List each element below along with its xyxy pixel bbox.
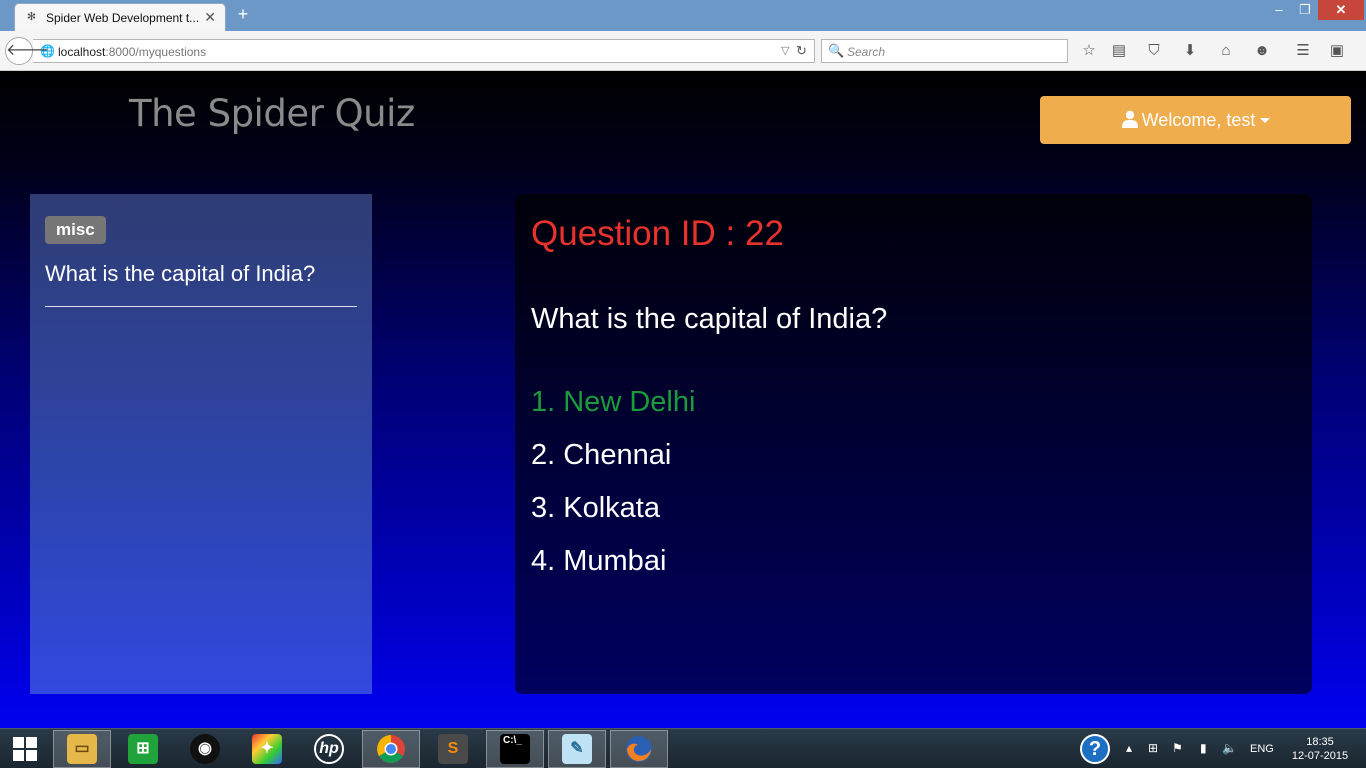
chrome-icon [377, 735, 405, 763]
downloads-icon[interactable]: ⬇ [1179, 41, 1201, 61]
webcam-button[interactable]: ◉ [176, 730, 234, 768]
windows-taskbar: ▭ ⊞ ◉ ✦ hp S C:\_ ✎ ? ▴ ⊞ ⚑ ▮ 🔈 ENG 18:3… [0, 728, 1366, 768]
url-dropdown-icon[interactable]: ▽ [781, 44, 789, 57]
browser-tab-strip: ✻ Spider Web Development t... ✕ + – ❐ ✕ [0, 0, 1366, 31]
back-button[interactable]: 🡐 [5, 37, 49, 65]
command-prompt-button[interactable]: C:\_ [486, 730, 544, 768]
clock-date: 12-07-2015 [1291, 750, 1349, 762]
question-detail-panel: Question ID : 22 What is the capital of … [515, 194, 1312, 694]
page-content: The Spider Quiz Welcome, test misc What … [0, 71, 1366, 728]
maximize-window-button[interactable]: ❐ [1292, 0, 1318, 20]
welcome-label: Welcome, test [1141, 110, 1256, 130]
firefox-button[interactable] [610, 730, 668, 768]
windows-logo-icon [13, 737, 37, 761]
store-button[interactable]: ⊞ [114, 730, 172, 768]
pocket-icon[interactable]: ⛉ [1143, 41, 1165, 61]
menu-icon[interactable]: ☰ [1292, 41, 1314, 61]
category-tag: misc [45, 216, 106, 244]
start-button[interactable] [0, 730, 50, 768]
hp-icon: hp [314, 734, 344, 764]
search-icon: 🔍 [828, 43, 845, 58]
volume-icon[interactable]: 🔈 [1222, 741, 1237, 755]
welcome-user-dropdown[interactable]: Welcome, test [1040, 96, 1351, 144]
clock[interactable]: 18:35 12-07-2015 [1290, 735, 1350, 763]
new-tab-button[interactable]: + [234, 4, 252, 25]
close-tab-icon[interactable]: ✕ [204, 9, 216, 26]
bookmark-star-icon[interactable]: ☆ [1078, 41, 1100, 61]
file-explorer-icon: ▭ [67, 734, 97, 764]
user-icon [1121, 110, 1138, 128]
spider-icon: ✻ [26, 11, 37, 23]
puzzle-app-button[interactable]: ✦ [238, 730, 296, 768]
notepad-icon: ✎ [562, 734, 592, 764]
browser-tab[interactable]: ✻ Spider Web Development t... ✕ [14, 3, 226, 31]
browser-nav-bar: 🌐 localhost:8000/myquestions ▽ ↻ 🡐 🔍 Sea… [0, 31, 1366, 71]
chrome-button[interactable] [362, 730, 420, 768]
chat-icon[interactable]: ☻ [1251, 41, 1273, 61]
windows-tray-icon[interactable]: ⊞ [1148, 741, 1158, 755]
firefox-icon [626, 736, 652, 762]
extension-icon[interactable]: ▣ [1326, 41, 1348, 61]
command-prompt-icon: C:\_ [500, 734, 530, 764]
url-text[interactable]: localhost:8000/myquestions [58, 45, 206, 59]
store-icon: ⊞ [128, 734, 158, 764]
option-correct: 1. New Delhi [531, 386, 696, 418]
url-host: localhost [58, 45, 106, 59]
hp-button[interactable]: hp [300, 730, 358, 768]
help-icon[interactable]: ? [1080, 734, 1110, 764]
divider [45, 306, 357, 307]
home-icon[interactable]: ⌂ [1215, 41, 1237, 61]
search-input[interactable]: 🔍 Search [821, 39, 1068, 63]
question-list-sidebar: misc What is the capital of India? [30, 194, 372, 694]
input-language[interactable]: ENG [1250, 743, 1274, 755]
url-path: :8000/myquestions [105, 45, 207, 59]
caret-down-icon [1260, 118, 1271, 123]
option: 2. Chennai [531, 439, 672, 471]
webcam-icon: ◉ [190, 734, 220, 764]
browser-tab-title: Spider Web Development t... [46, 11, 200, 25]
close-window-button[interactable]: ✕ [1318, 0, 1364, 20]
question-list-item[interactable]: What is the capital of India? [45, 261, 315, 287]
show-hidden-icons-icon[interactable]: ▴ [1126, 741, 1132, 755]
option: 3. Kolkata [531, 492, 660, 524]
puzzle-app-icon: ✦ [252, 734, 282, 764]
reload-icon[interactable]: ↻ [796, 43, 807, 59]
site-title[interactable]: The Spider Quiz [129, 92, 415, 135]
question-id: Question ID : 22 [531, 214, 784, 253]
url-bar[interactable]: 🌐 localhost:8000/myquestions ▽ ↻ [33, 39, 815, 63]
reading-list-icon[interactable]: ▤ [1108, 41, 1130, 61]
notepad-button[interactable]: ✎ [548, 730, 606, 768]
file-explorer-button[interactable]: ▭ [53, 730, 111, 768]
sublime-text-icon: S [438, 734, 468, 764]
minimize-window-button[interactable]: – [1266, 0, 1292, 20]
action-center-flag-icon[interactable]: ⚑ [1172, 741, 1183, 755]
clock-time: 18:35 [1306, 736, 1334, 748]
battery-icon[interactable]: ▮ [1200, 741, 1207, 755]
sublime-text-button[interactable]: S [424, 730, 482, 768]
option: 4. Mumbai [531, 545, 667, 577]
question-text: What is the capital of India? [531, 303, 888, 335]
search-placeholder: Search [847, 45, 886, 59]
